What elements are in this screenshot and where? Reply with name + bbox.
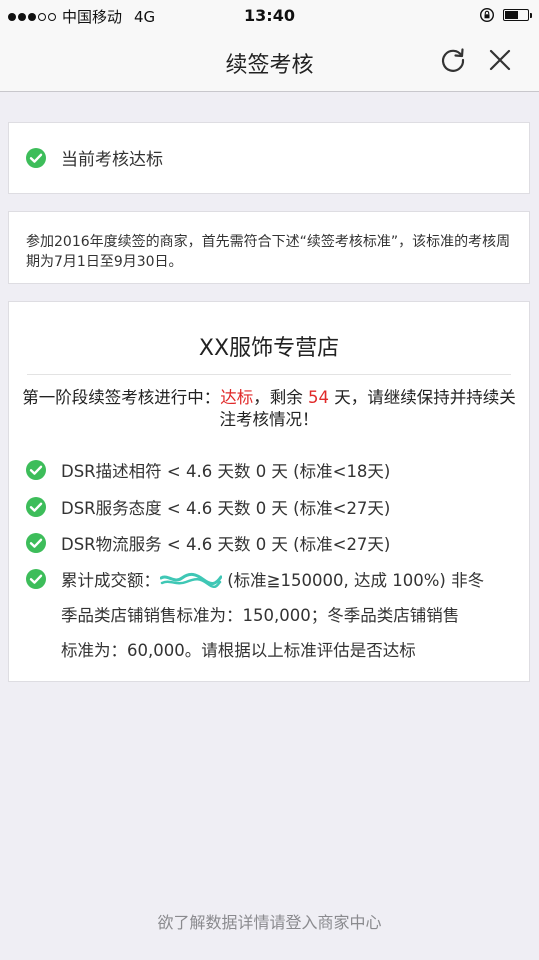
store-name: XX服饰专营店 xyxy=(198,336,340,361)
stage-status-text: 第一阶段续签考核进行中：达标，剩余 54 天，请继续保持并持续关注考核情况！ xyxy=(21,387,517,431)
assessment-status-card: 当前考核达标 xyxy=(8,122,530,194)
notice-card: 参加2016年度续签的商家，首先需符合下述“续签考核标准”，该标准的考核周期为7… xyxy=(8,211,530,284)
close-icon xyxy=(489,49,511,71)
metric-text: DSR描述相符 < 4.6 天数 0 天 (标准<18天) xyxy=(61,462,391,481)
refresh-icon xyxy=(441,48,465,72)
rotation-lock-icon xyxy=(479,7,495,23)
sales-line-2: 季品类店铺销售标准为：150,000；冬季品类店铺销售 xyxy=(61,606,460,625)
check-circle-icon xyxy=(26,147,46,168)
footer-hint: 欲了解数据详情请登入商家中心 xyxy=(157,913,382,932)
refresh-button[interactable] xyxy=(437,44,469,76)
metric-row-description: DSR描述相符 < 4.6 天数 0 天 (标准<18天) xyxy=(25,458,390,482)
sales-line-1: 累计成交额： (标准≧150000, 达成 100%) 非冬 xyxy=(61,567,484,591)
status-bar: 中国移动 4G 13:40 xyxy=(0,0,539,30)
assessment-status-row: 当前考核达标 xyxy=(25,145,163,170)
stage-prefix: 第一阶段续签考核进行中： xyxy=(22,388,221,407)
metric-row-service: DSR服务态度 < 4.6 天数 0 天 (标准<27天) xyxy=(25,495,390,519)
store-card: XX服饰专营店 第一阶段续签考核进行中：达标，剩余 54 天，请继续保持并持续关… xyxy=(8,301,530,682)
check-circle-icon xyxy=(26,569,46,589)
status-right xyxy=(479,7,532,23)
stage-mid: ，剩余 xyxy=(253,388,303,407)
stage-status: 达标 xyxy=(220,388,254,407)
assessment-status-text: 当前考核达标 xyxy=(61,150,163,170)
redacted-value-scribble xyxy=(160,572,222,588)
nav-bar: 续签考核 xyxy=(0,30,539,92)
check-circle-icon xyxy=(26,497,46,517)
sales-label: 累计成交额： xyxy=(61,571,160,590)
close-button[interactable] xyxy=(484,44,516,76)
battery-icon xyxy=(503,9,532,21)
notice-text: 参加2016年度续签的商家，首先需符合下述“续签考核标准”，该标准的考核周期为7… xyxy=(26,234,511,270)
sales-line-3: 标准为：60,000。请根据以上标准评估是否达标 xyxy=(61,641,416,660)
metric-row-logistics: DSR物流服务 < 4.6 天数 0 天 (标准<27天) xyxy=(25,531,390,555)
days-left: 54 xyxy=(308,388,329,407)
metric-text: DSR服务态度 < 4.6 天数 0 天 (标准<27天) xyxy=(61,499,391,518)
metric-text: DSR物流服务 < 4.6 天数 0 天 (标准<27天) xyxy=(61,535,391,554)
status-time: 13:40 xyxy=(244,6,295,25)
check-circle-icon xyxy=(26,460,46,480)
divider xyxy=(27,374,511,375)
sales-line-1-rest: (标准≧150000, 达成 100%) 非冬 xyxy=(227,571,485,590)
check-circle-icon xyxy=(26,533,46,553)
